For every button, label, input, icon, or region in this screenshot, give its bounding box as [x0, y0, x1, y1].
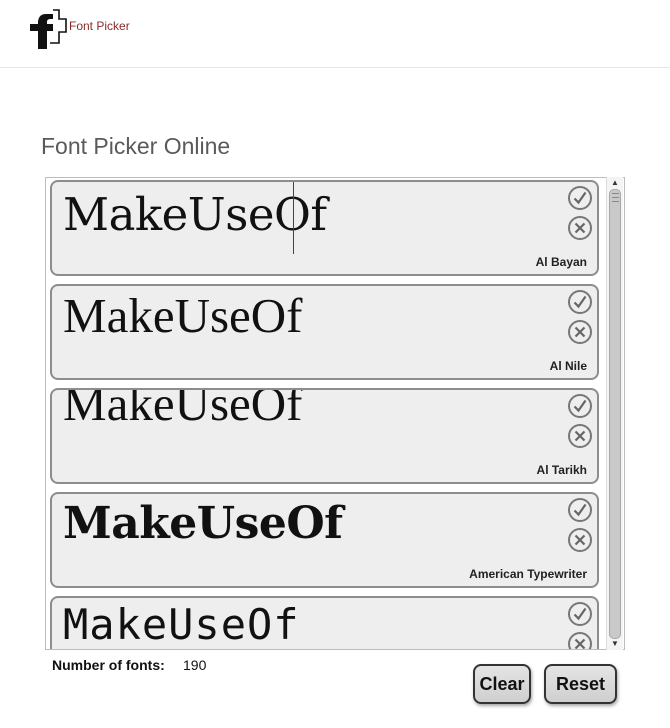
font-name-label: Al Bayan — [535, 255, 587, 269]
reset-button[interactable]: Reset — [544, 664, 617, 704]
font-count-label: Number of fonts: — [52, 657, 165, 673]
scroll-up-arrow-icon[interactable]: ▲ — [607, 177, 623, 189]
text-cursor — [293, 182, 294, 254]
font-picker-logo-icon[interactable] — [26, 7, 68, 49]
font-card-next[interactable]: MakeUseOf — [50, 596, 599, 650]
font-card-american-typewriter[interactable]: MakeUseOf American Typewriter — [50, 492, 599, 588]
font-sample-text[interactable]: MakeUseOf — [63, 192, 327, 237]
check-circle-icon[interactable] — [567, 601, 593, 627]
font-sample-text[interactable]: MakeUseOf — [63, 291, 302, 340]
check-circle-icon[interactable] — [567, 185, 593, 211]
app-name[interactable]: Font Picker — [69, 19, 130, 33]
font-name-label: Al Tarikh — [536, 463, 587, 477]
x-circle-icon[interactable] — [567, 631, 593, 650]
font-list[interactable]: MakeUseOf Al Bayan MakeUseOf Al Nile Mak… — [45, 177, 625, 650]
font-card-al-bayan[interactable]: MakeUseOf Al Bayan — [50, 180, 599, 276]
clear-button[interactable]: Clear — [473, 664, 531, 704]
check-circle-icon[interactable] — [567, 393, 593, 419]
x-circle-icon[interactable] — [567, 215, 593, 241]
grip-icon — [612, 193, 619, 202]
font-count-value: 190 — [183, 657, 207, 673]
x-circle-icon[interactable] — [567, 527, 593, 553]
scroll-down-arrow-icon[interactable]: ▼ — [607, 638, 623, 650]
font-list-scrollbar[interactable]: ▲ ▼ — [606, 177, 623, 650]
font-sample-text[interactable]: MakeUseOf — [63, 502, 343, 546]
header: Font Picker — [0, 0, 670, 68]
font-name-label: American Typewriter — [469, 567, 587, 581]
font-card-al-tarikh[interactable]: MakeUseOf Al Tarikh — [50, 388, 599, 484]
scroll-thumb[interactable] — [609, 189, 621, 639]
x-circle-icon[interactable] — [567, 423, 593, 449]
font-name-label: Al Nile — [549, 359, 587, 373]
page-title: Font Picker Online — [41, 133, 231, 159]
x-circle-icon[interactable] — [567, 319, 593, 345]
font-sample-text[interactable]: MakeUseOf — [63, 604, 300, 646]
check-circle-icon[interactable] — [567, 289, 593, 315]
check-circle-icon[interactable] — [567, 497, 593, 523]
font-card-al-nile[interactable]: MakeUseOf Al Nile — [50, 284, 599, 380]
font-sample-text[interactable]: MakeUseOf — [63, 390, 302, 428]
